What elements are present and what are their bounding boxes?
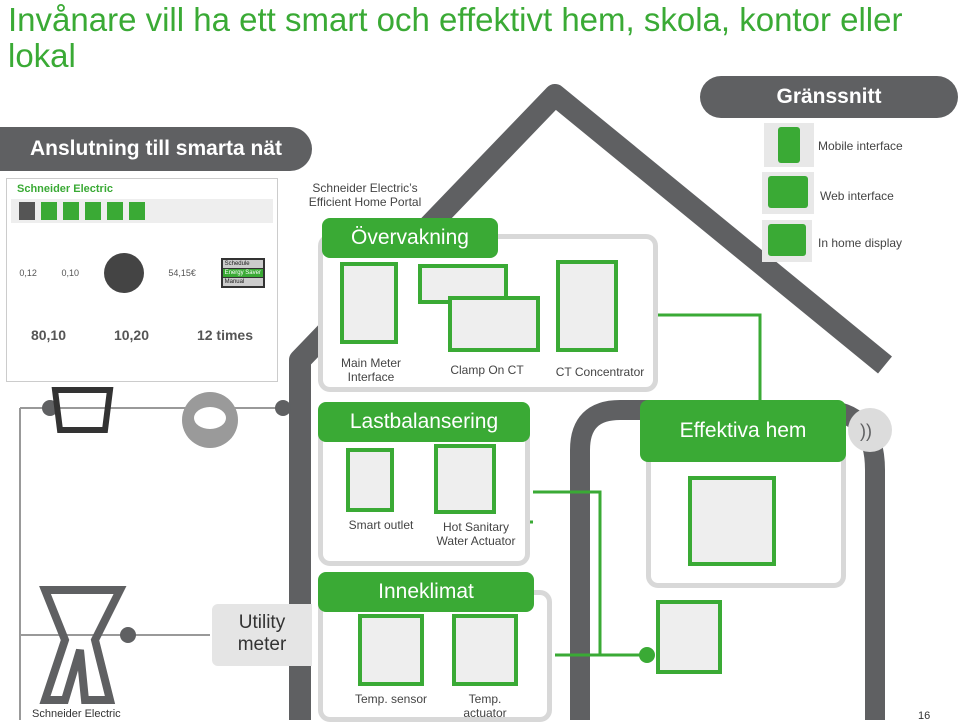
smart-outlet-device	[346, 448, 394, 512]
water-actuator-device	[434, 444, 496, 514]
page-number: 16	[918, 710, 931, 722]
interfaces-header: Gränssnitt	[700, 76, 958, 118]
menu-item-manual: Manual	[222, 278, 263, 286]
label-ct-concentrator: CT Concentrator	[555, 365, 645, 379]
laptop-icon	[762, 172, 814, 214]
portal-caption: Schneider Electric’s Efficient Home Porta…	[308, 181, 422, 209]
tariff-value-2: 0,10	[61, 268, 80, 278]
label-main-meter: Main Meter Interface	[340, 356, 402, 384]
label-temp-sensor: Temp. sensor	[354, 692, 428, 706]
label-water-actuator: Hot Sanitary Water Actuator	[436, 520, 516, 548]
label-temp-actuator: Temp. actuator	[463, 692, 507, 720]
mode-menu: Schedule Energy Saver Manual	[220, 258, 265, 288]
temp-actuator-device	[452, 614, 518, 686]
interface-mobile: Mobile interface	[818, 139, 903, 153]
slide-title: Invånare vill ha ett smart och effektivt…	[8, 1, 903, 74]
portal-brand: Schneider Electric	[17, 183, 113, 195]
overvakning-label: Övervakning	[322, 218, 498, 258]
lastbalansering-label: Lastbalansering	[318, 402, 530, 442]
menu-item-energy-saver: Energy Saver	[222, 269, 263, 277]
temp-sensor-device	[358, 614, 424, 686]
utility-meter-label: Utility meter	[212, 604, 312, 666]
label-smart-outlet: Smart outlet	[348, 518, 414, 532]
saving-value: 80,10	[30, 327, 67, 343]
interface-web: Web interface	[820, 189, 894, 203]
thermostat-device	[656, 600, 722, 674]
inneklimat-label: Inneklimat	[318, 572, 534, 612]
display-icon	[762, 220, 812, 262]
main-meter-device	[340, 262, 398, 344]
effektiva-label: Effektiva hem	[640, 400, 846, 462]
interface-display: In home display	[818, 236, 903, 250]
ct-concentrator-device	[556, 260, 618, 352]
portal-screenshot: Schneider Electric 0,12 0,10 54,15€ Sche…	[6, 178, 278, 382]
left-header: Anslutning till smarta nät	[0, 127, 312, 171]
x-device	[688, 476, 776, 566]
meter-clamp-icon	[51, 387, 114, 433]
clamp-device-2	[448, 296, 540, 352]
saving-value: 10,20	[113, 327, 150, 343]
mobile-phone-icon	[764, 123, 814, 167]
footer-company: Schneider Electric	[32, 708, 121, 720]
monthly-value: 54,15€	[168, 268, 196, 278]
svg-text:)): ))	[860, 421, 872, 441]
menu-item-schedule: Schedule	[222, 260, 263, 268]
saving-value: 12 times	[196, 327, 254, 343]
pylon-icon	[39, 586, 127, 704]
label-clamp: Clamp On CT	[450, 363, 524, 377]
tariff-value: 0,12	[19, 268, 37, 278]
